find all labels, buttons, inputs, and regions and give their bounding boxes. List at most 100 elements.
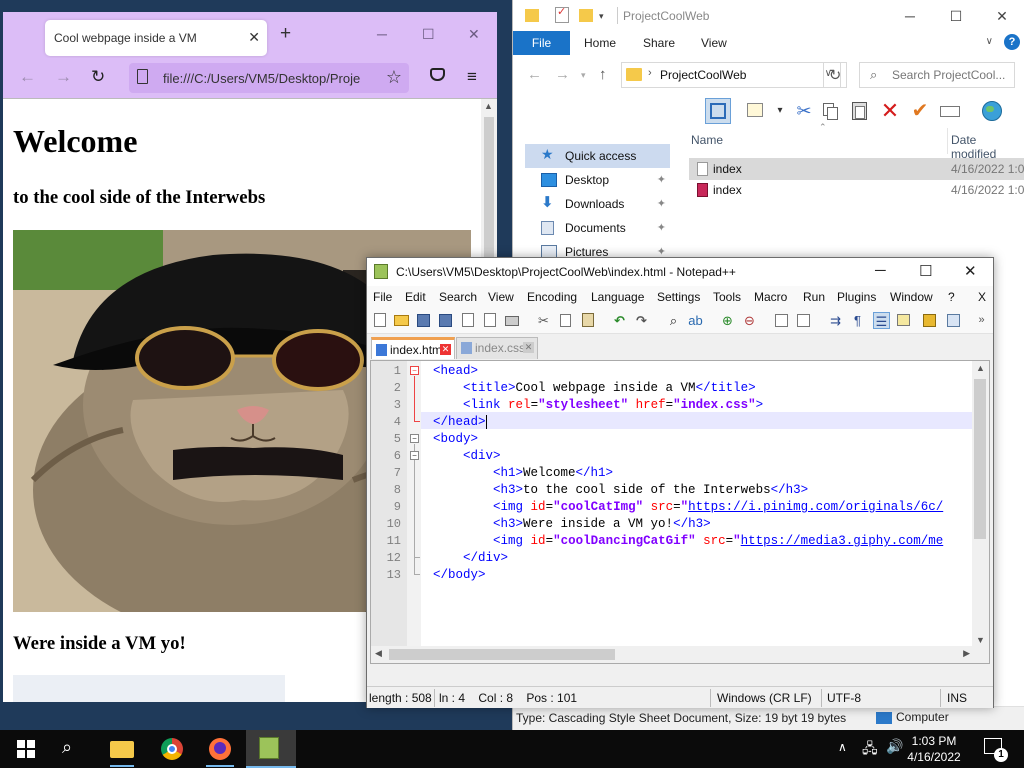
scroll-up-icon[interactable]: ▲ bbox=[976, 363, 985, 373]
pin-icon[interactable]: ✦ bbox=[657, 197, 666, 210]
browser-tab[interactable]: Cool webpage inside a VM ✕ bbox=[45, 20, 267, 56]
start-button[interactable] bbox=[14, 737, 38, 761]
close-button[interactable]: ✕ bbox=[964, 262, 977, 280]
ribbon-tab-view[interactable]: View bbox=[701, 36, 727, 50]
column-header-name[interactable]: Name bbox=[691, 133, 723, 147]
expand-ribbon-icon[interactable]: ∨ bbox=[986, 36, 993, 47]
maximize-button[interactable]: ☐ bbox=[422, 26, 435, 43]
cut-icon[interactable]: ✂ bbox=[791, 98, 817, 124]
show-all-chars-icon[interactable]: ¶ bbox=[849, 312, 866, 329]
preview-pane-icon[interactable] bbox=[705, 98, 731, 124]
help-icon[interactable]: ? bbox=[1004, 34, 1020, 50]
scrollbar-thumb[interactable] bbox=[389, 649, 615, 660]
rename-icon[interactable] bbox=[937, 98, 963, 124]
menu-encoding[interactable]: Encoding bbox=[527, 290, 577, 304]
find-icon[interactable]: ⌕ bbox=[665, 312, 682, 329]
taskbar-clock[interactable]: 1:03 PM 4/16/2022 bbox=[903, 733, 965, 765]
refresh-icon[interactable]: ↻ bbox=[823, 62, 847, 88]
function-list-icon[interactable] bbox=[921, 312, 938, 329]
menu-view[interactable]: View bbox=[488, 290, 514, 304]
menu-search[interactable]: Search bbox=[439, 290, 477, 304]
up-arrow-icon[interactable]: ↑ bbox=[599, 66, 607, 83]
column-header-date[interactable]: Date modified bbox=[951, 133, 1024, 161]
check-icon[interactable]: ✔ bbox=[907, 98, 933, 124]
ribbon-tab-share[interactable]: Share bbox=[643, 36, 675, 50]
save-icon[interactable] bbox=[415, 312, 432, 329]
forward-arrow-icon[interactable]: → bbox=[55, 67, 72, 87]
sync-vertical-icon[interactable] bbox=[773, 312, 790, 329]
menu-edit[interactable]: Edit bbox=[405, 290, 426, 304]
menu-close-document[interactable]: X bbox=[978, 290, 986, 304]
file-explorer-icon[interactable] bbox=[110, 737, 134, 767]
undo-icon[interactable]: ↶ bbox=[611, 312, 628, 329]
print-icon[interactable] bbox=[503, 312, 520, 329]
file-row[interactable]: index 4/16/2022 1:0 bbox=[689, 158, 1024, 180]
menu-run[interactable]: Run bbox=[803, 290, 825, 304]
save-all-icon[interactable] bbox=[437, 312, 454, 329]
scroll-up-icon[interactable]: ▲ bbox=[484, 101, 493, 111]
close-file-icon[interactable] bbox=[459, 312, 476, 329]
maximize-button[interactable]: ☐ bbox=[933, 4, 979, 28]
file-row[interactable]: index 4/16/2022 1:0 bbox=[689, 179, 1024, 201]
network-icon[interactable]: 🖧 bbox=[862, 738, 878, 762]
copy-icon[interactable] bbox=[557, 312, 574, 329]
ribbon-tab-file[interactable]: File bbox=[513, 31, 570, 55]
menu-macro[interactable]: Macro bbox=[754, 290, 787, 304]
doc-map-icon[interactable] bbox=[895, 312, 912, 329]
firefox-icon[interactable] bbox=[206, 737, 234, 767]
forward-arrow-icon[interactable]: → bbox=[555, 66, 570, 83]
close-tab-icon[interactable]: ✕ bbox=[440, 344, 451, 355]
folder-icon[interactable] bbox=[525, 9, 539, 22]
url-bar[interactable]: file:///C:/Users/VM5/Desktop/Proje ☆ bbox=[129, 63, 409, 93]
menu-settings[interactable]: Settings bbox=[657, 290, 700, 304]
menu-language[interactable]: Language bbox=[591, 290, 644, 304]
pin-icon[interactable]: ✦ bbox=[657, 221, 666, 234]
menu-file[interactable]: File bbox=[373, 290, 392, 304]
editor-horizontal-scrollbar[interactable]: ◀ ▶ bbox=[371, 646, 974, 663]
scrollbar-thumb[interactable] bbox=[974, 379, 986, 539]
paste-icon[interactable] bbox=[579, 312, 596, 329]
volume-icon[interactable]: 🔊 bbox=[886, 738, 903, 755]
close-button[interactable]: ✕ bbox=[979, 4, 1024, 28]
reload-icon[interactable]: ↻ bbox=[91, 67, 105, 87]
code-editor[interactable]: 1 2 3 4 5 6 7 8 9 10 11 12 13 − − − <hea… bbox=[370, 360, 990, 664]
code-url[interactable]: https://i.pinimg.com/originals/6c/ bbox=[688, 500, 943, 514]
word-wrap-icon[interactable]: ⇉ bbox=[827, 312, 844, 329]
menu-help[interactable]: ? bbox=[948, 290, 955, 304]
minimize-button[interactable]: ─ bbox=[875, 262, 886, 279]
customize-quick-access-icon[interactable]: ▾ bbox=[599, 11, 613, 27]
menu-tools[interactable]: Tools bbox=[713, 290, 741, 304]
new-tab-icon[interactable]: + bbox=[280, 23, 291, 45]
bookmark-star-icon[interactable]: ☆ bbox=[386, 67, 402, 88]
breadcrumb-chevron-icon[interactable]: › bbox=[648, 67, 652, 79]
pocket-icon[interactable] bbox=[430, 68, 445, 81]
nav-item-downloads[interactable]: ⬇ Downloads ✦ bbox=[525, 192, 670, 216]
tab-index-css[interactable]: index.css ✕ bbox=[456, 337, 538, 359]
zoom-out-icon[interactable]: ⊖ bbox=[741, 312, 758, 329]
menu-window[interactable]: Window bbox=[890, 290, 933, 304]
ribbon-tab-home[interactable]: Home bbox=[584, 36, 616, 50]
properties-icon[interactable]: ✓ bbox=[555, 6, 569, 23]
properties-icon[interactable] bbox=[743, 98, 769, 124]
indent-guide-icon[interactable]: ☰ bbox=[873, 312, 890, 329]
back-arrow-icon[interactable]: ← bbox=[527, 66, 542, 83]
cut-icon[interactable]: ✂ bbox=[535, 312, 552, 329]
paste-icon[interactable] bbox=[847, 98, 873, 124]
close-button[interactable]: ✕ bbox=[468, 26, 480, 43]
nav-item-quick-access[interactable]: ★ Quick access bbox=[525, 144, 670, 168]
scroll-down-icon[interactable]: ▼ bbox=[976, 635, 985, 645]
tab-index-html[interactable]: index.html ✕ bbox=[371, 337, 455, 359]
code-url[interactable]: https://media3.giphy.com/me bbox=[741, 534, 944, 548]
fold-toggle-icon[interactable]: − bbox=[410, 434, 419, 443]
toolbar-overflow-icon[interactable]: » bbox=[973, 312, 990, 329]
fold-toggle-icon[interactable]: − bbox=[410, 366, 419, 375]
sync-horizontal-icon[interactable] bbox=[795, 312, 812, 329]
minimize-button[interactable]: ─ bbox=[887, 4, 933, 28]
menu-plugins[interactable]: Plugins bbox=[837, 290, 876, 304]
replace-icon[interactable]: ab bbox=[687, 312, 704, 329]
nav-item-documents[interactable]: Documents ✦ bbox=[525, 216, 670, 240]
dropdown-icon[interactable]: ▾ bbox=[767, 98, 793, 124]
folder-workspace-icon[interactable] bbox=[945, 312, 962, 329]
search-input[interactable]: ⌕ Search ProjectCool... bbox=[859, 62, 1015, 88]
back-arrow-icon[interactable]: ← bbox=[19, 67, 36, 87]
